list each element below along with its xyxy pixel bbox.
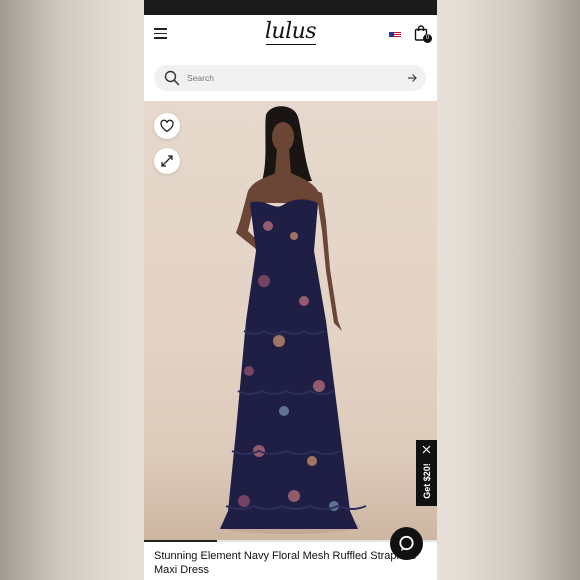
- promo-tab[interactable]: Get $20!: [416, 440, 437, 506]
- chat-bubble-icon: [399, 535, 414, 551]
- search-input[interactable]: Search: [154, 65, 426, 91]
- logo-underline: [266, 44, 316, 46]
- favorite-button[interactable]: [154, 113, 180, 139]
- shopping-bag-icon[interactable]: 0: [414, 25, 432, 45]
- expand-icon: [161, 155, 173, 167]
- heart-icon: [160, 119, 174, 133]
- model-illustration: [220, 106, 367, 534]
- progress-fill: [144, 540, 218, 542]
- cart-count-badge: 0: [423, 34, 432, 43]
- search-placeholder: Search: [187, 73, 214, 83]
- expand-button[interactable]: [154, 148, 180, 174]
- site-header: lulus 0: [144, 15, 437, 57]
- product-title: Stunning Element Navy Floral Mesh Ruffle…: [154, 550, 417, 576]
- mobile-screen: lulus 0 Search Get $20! Stunning Element…: [144, 0, 437, 580]
- arrow-right-icon[interactable]: [407, 73, 417, 83]
- chat-button[interactable]: [390, 527, 423, 560]
- product-image[interactable]: [144, 101, 437, 541]
- close-icon[interactable]: [422, 445, 431, 454]
- search-icon: [164, 70, 180, 86]
- us-flag-icon[interactable]: [389, 28, 401, 37]
- promo-label: Get $20!: [422, 463, 432, 499]
- status-bar: [144, 0, 437, 15]
